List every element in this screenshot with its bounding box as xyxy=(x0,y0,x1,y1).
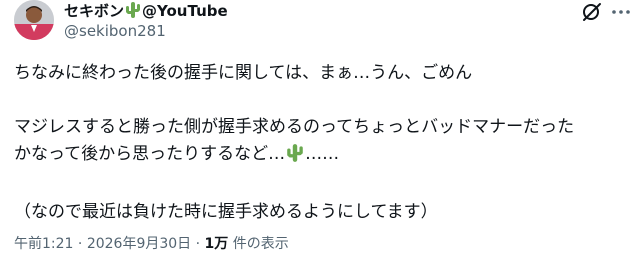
user-handle[interactable]: @sekibon281 xyxy=(64,21,166,41)
tweet-text-line: ちなみに終わった後の握手に関しては、まぁ…うん、ごめん xyxy=(14,63,473,83)
cactus-icon xyxy=(286,143,304,172)
tweet-text-line: （なので最近は負けた時に握手求めるようにしてます） xyxy=(14,202,438,222)
more-options-button[interactable] xyxy=(609,0,633,24)
views-count[interactable]: 1万 xyxy=(205,236,229,252)
display-name-suffix: @YouTube xyxy=(142,2,228,20)
grok-icon xyxy=(583,3,601,21)
tweet-text: ちなみに終わった後の握手に関しては、まぁ…うん、ごめん マジレスすると勝った側が… xyxy=(14,60,630,226)
grok-button[interactable] xyxy=(580,0,604,24)
post-meta: 午前1:21 · 2026年9月30日 · 1万 件の表示 xyxy=(14,234,289,254)
display-name-prefix: セキボン xyxy=(64,2,125,20)
avatar-photo-icon xyxy=(14,0,54,40)
post-time[interactable]: 午前1:21 xyxy=(14,236,73,252)
meta-separator: · xyxy=(191,236,205,252)
tweet-text-segment: …… xyxy=(305,144,340,164)
tweet-text-segment: かなって後から思ったりするなど… xyxy=(14,144,286,164)
avatar[interactable] xyxy=(14,0,54,40)
more-options-icon xyxy=(612,10,630,14)
meta-separator: · xyxy=(73,236,87,252)
tweet-post: セキボン @YouTube @sekibon281 ちなみに終わった後の握手に関… xyxy=(0,0,636,260)
tweet-text-line: マジレスすると勝った側が握手求めるのってちょっとバッドマナーだった xyxy=(14,117,575,137)
tweet-text-line: かなって後から思ったりするなど… …… xyxy=(14,141,630,172)
views-label: 件の表示 xyxy=(228,236,289,252)
post-date[interactable]: 2026年9月30日 xyxy=(87,236,191,252)
